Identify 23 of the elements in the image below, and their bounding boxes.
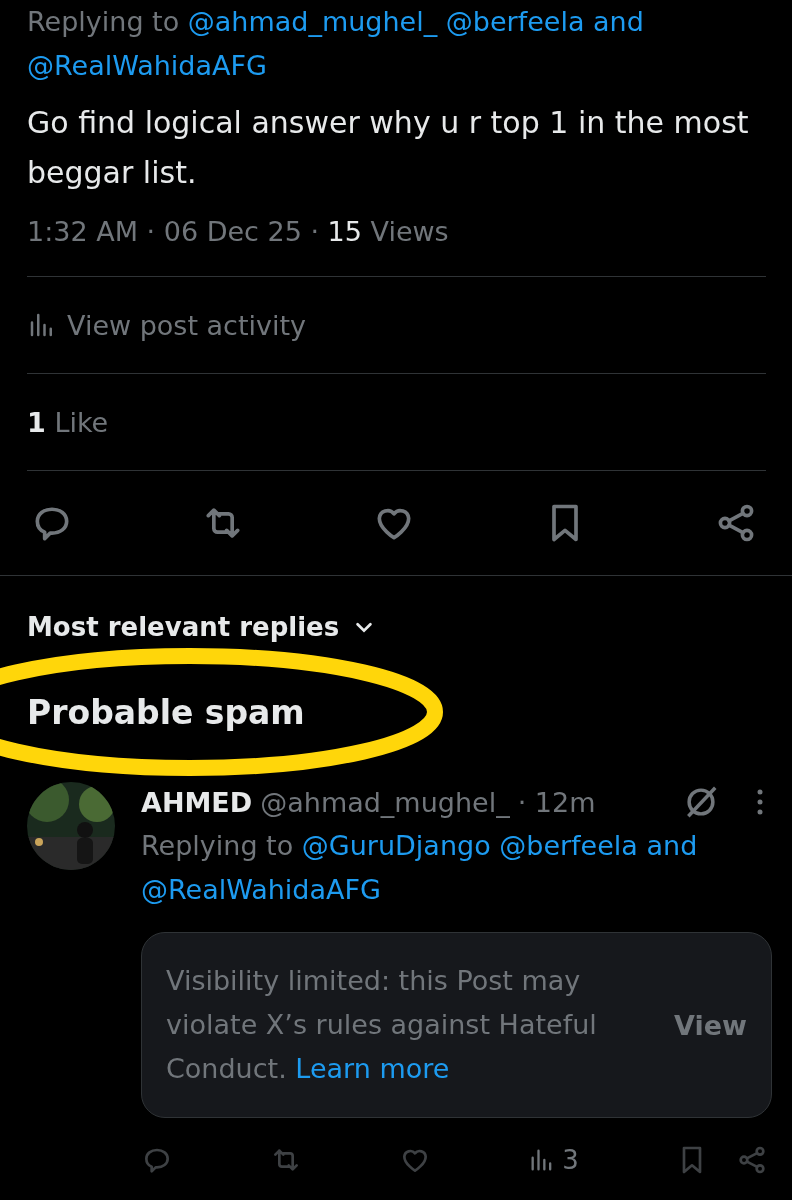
views-count: 3 [562, 1145, 579, 1175]
post-meta: 1:32 AM · 06 Dec 25 · 15 Views [27, 216, 449, 247]
replying-to-line: Replying to @GuruDjango @berfeela and @RealWahidaAFG [141, 829, 699, 907]
post-time: · 12m [517, 786, 596, 818]
visibility-notice: Visibility limited: this Post may violate X’s rules against Hateful Conduct. Learn more [166, 964, 598, 1086]
author-name[interactable]: AHMED [141, 786, 253, 818]
mention-link[interactable]: and [646, 830, 698, 861]
mention-link[interactable]: @GuruDjango [301, 830, 491, 861]
view-button[interactable]: View [674, 1009, 747, 1041]
mention-link[interactable]: @RealWahidaAFG [141, 874, 381, 905]
mention-link[interactable]: @RealWahidaAFG [27, 50, 267, 81]
mention-link[interactable]: @ahmad_mughel_ [187, 6, 438, 37]
author-handle: @ahmad_mughel_ [260, 786, 510, 818]
likes-count[interactable]: 1 Like [27, 406, 109, 438]
mention-link[interactable]: and [593, 6, 644, 37]
learn-more-link[interactable]: Learn more [295, 1053, 450, 1084]
sort-replies-button[interactable]: Most relevant replies [27, 612, 376, 642]
post-text: Go find logical answer why u r top 1 in the most beggar list. [27, 104, 750, 192]
section-title: Probable spam [27, 692, 305, 732]
mention-link[interactable]: @berfeela [445, 6, 585, 37]
mention-link[interactable]: @berfeela [499, 830, 638, 861]
replying-to-line: Replying to @ahmad_mughel_ @berfeela and @RealWahidaAFG [27, 5, 645, 83]
view-activity-link[interactable]: View post activity [67, 309, 307, 341]
